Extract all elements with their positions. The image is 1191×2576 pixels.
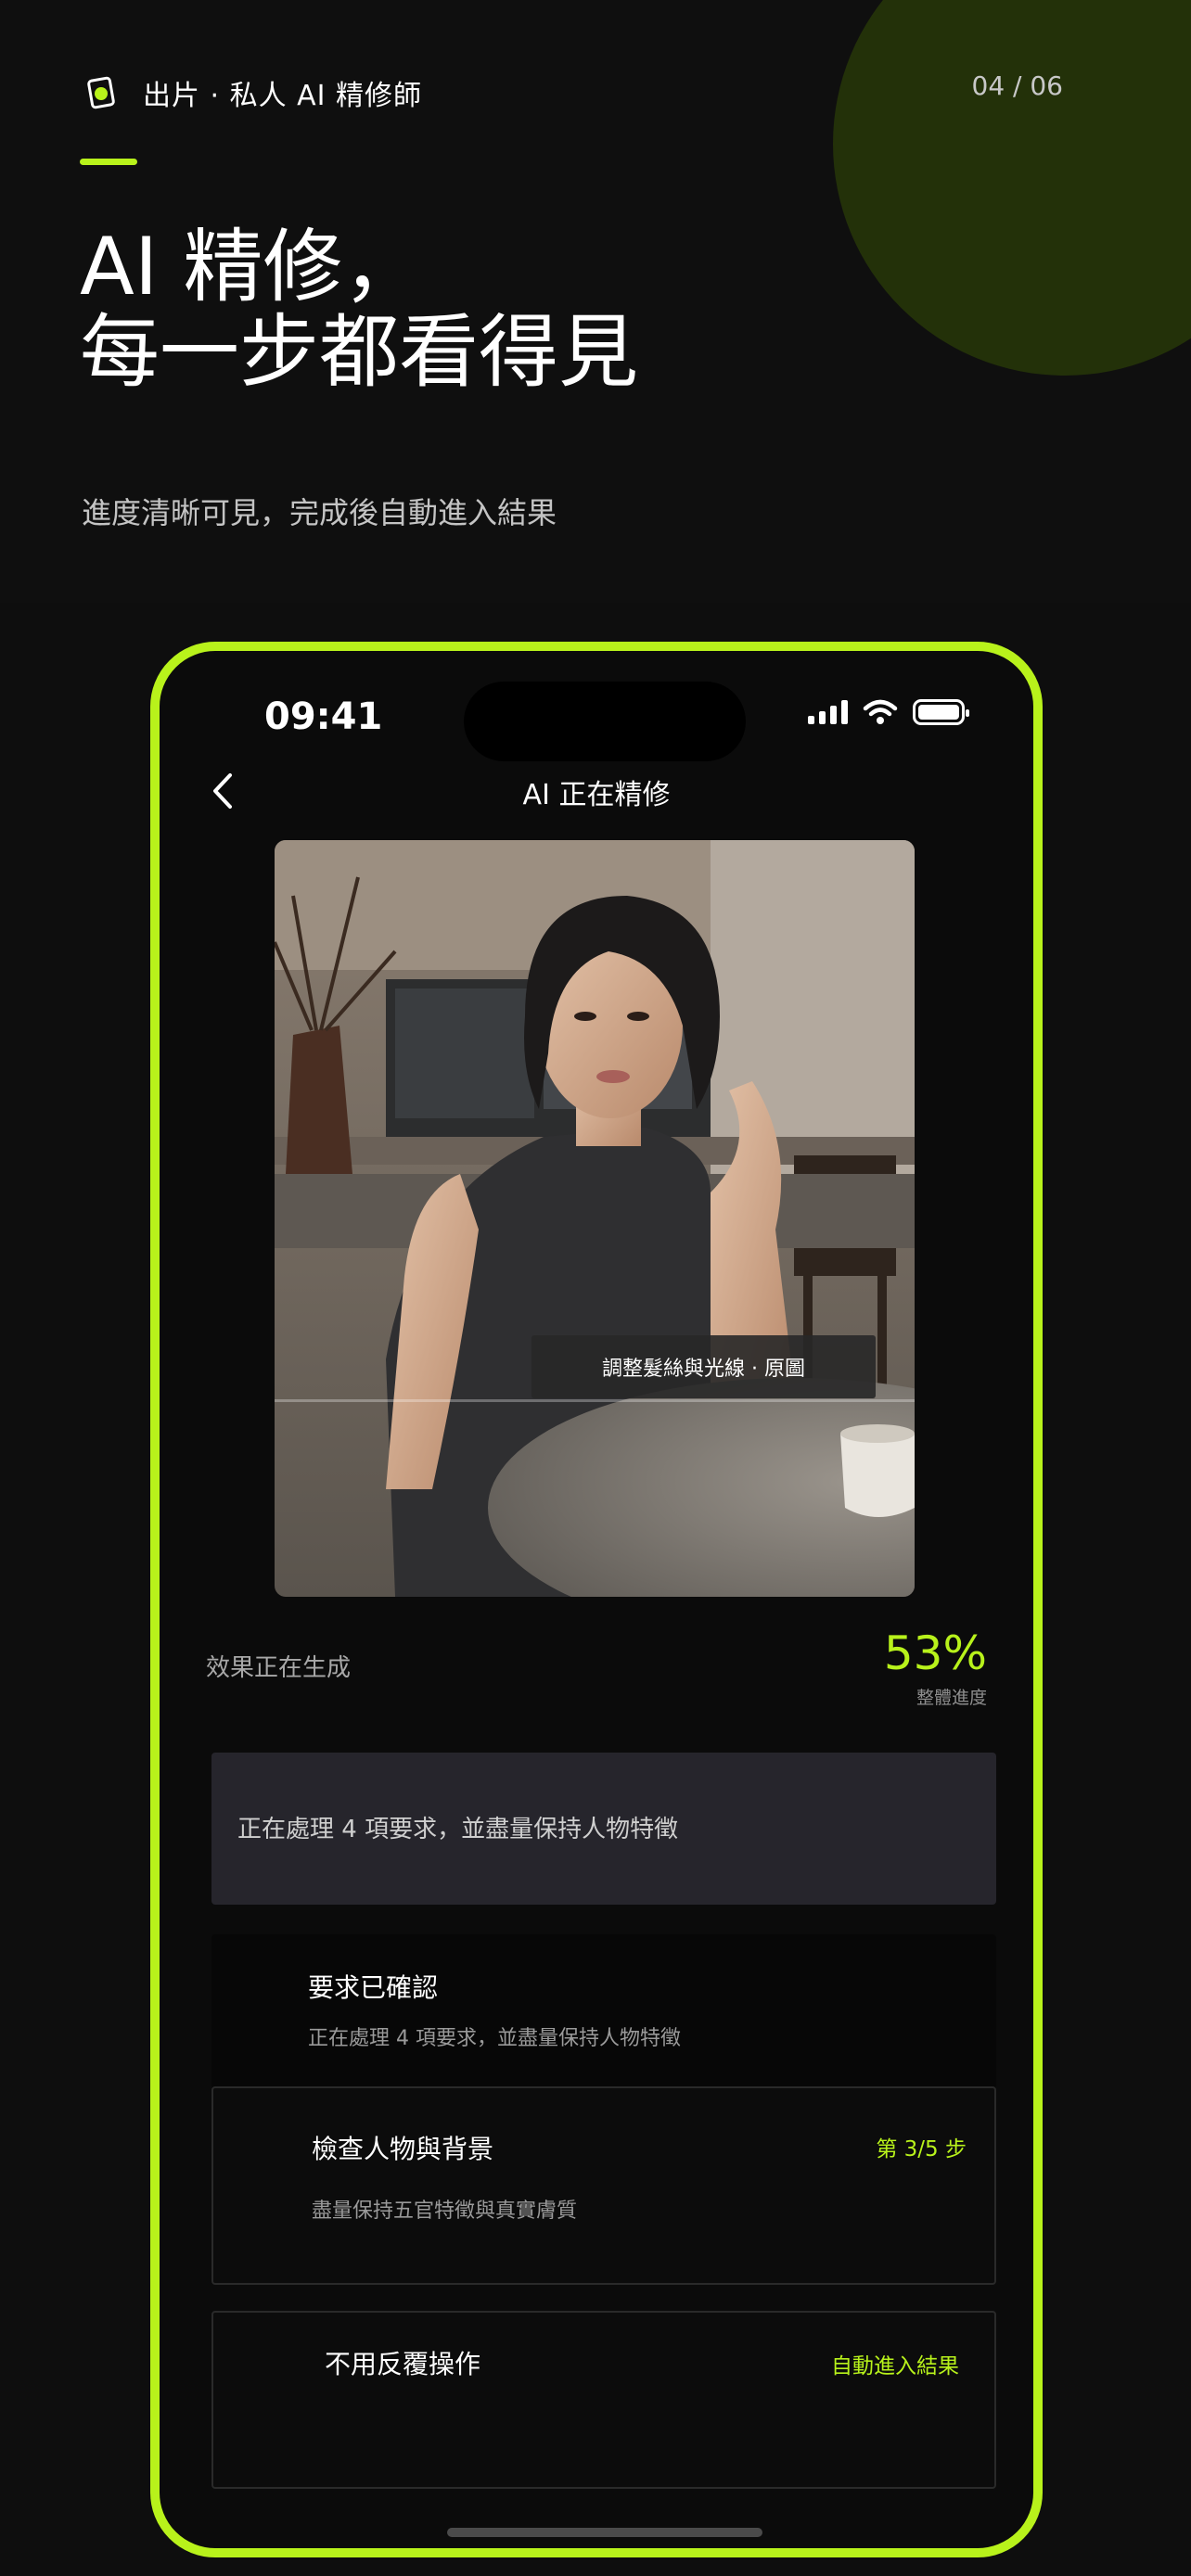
step-desc: 正在處理 4 項要求，並盡量保持人物特徵	[308, 2027, 681, 2050]
photo-caption: 調整髮絲與光線 · 原圖	[531, 1335, 876, 1398]
status-icons	[808, 699, 969, 725]
phone-mockup: 09:41 AI 正在精修 調整髮絲與光線 · 原圖 效果正在生成 53% 整體…	[150, 642, 1043, 2557]
hero-title-line-1: AI 精修，	[80, 221, 423, 313]
accent-bar	[80, 159, 137, 165]
step-card-checking: 檢查人物與背景 第 3/5 步 盡量保持五官特徵與真實膚質	[211, 2086, 996, 2285]
signal-icon	[808, 700, 848, 724]
step-card-confirmed: 要求已確認 正在處理 4 項要求，並盡量保持人物特徵	[211, 1934, 996, 2088]
processing-text: 正在處理 4 項要求，並盡量保持人物特徵	[237, 1816, 679, 1843]
wifi-icon	[863, 699, 898, 724]
page-counter: 04 / 06	[971, 70, 1064, 101]
hero-section: 出片 · 私人 AI 精修師 04 / 06 AI 精修， 每一步都看得見 進度…	[0, 0, 1191, 603]
hero-title: AI 精修， 每一步都看得見	[80, 224, 638, 395]
auto-result-badge: 自動進入結果	[831, 2354, 959, 2378]
progress-label: 效果正在生成	[206, 1654, 352, 1682]
progress-sub-label: 整體進度	[916, 1688, 987, 1708]
brand: 出片 · 私人 AI 精修師	[82, 70, 422, 115]
photo-card-icon	[82, 72, 122, 113]
nav-title: AI 正在精修	[522, 779, 671, 811]
decorative-circle	[833, 0, 1191, 376]
hero-title-line-2: 每一步都看得見	[80, 306, 638, 399]
portrait-image	[275, 840, 915, 1597]
step-title: 要求已確認	[308, 1972, 439, 2003]
home-indicator[interactable]	[447, 2528, 762, 2537]
step-title: 不用反覆操作	[325, 2349, 481, 2379]
step-title: 檢查人物與背景	[312, 2134, 494, 2164]
hero-subtitle: 進度清晰可見，完成後自動進入結果	[82, 495, 557, 530]
step-counter-badge: 第 3/5 步	[876, 2137, 967, 2162]
step-desc: 盡量保持五官特徵與真實膚質	[312, 2200, 578, 2223]
step-card-auto: 不用反覆操作 自動進入結果	[211, 2311, 996, 2489]
progress-percent: 53%	[883, 1626, 987, 1680]
status-time: 09:41	[264, 695, 383, 738]
battery-icon	[913, 699, 969, 725]
portrait-photo: 調整髮絲與光線 · 原圖	[275, 840, 915, 1597]
progress-row: 效果正在生成 53% 整體進度	[206, 1625, 987, 1708]
scan-line	[275, 1399, 915, 1402]
processing-banner: 正在處理 4 項要求，並盡量保持人物特徵	[211, 1753, 996, 1905]
dynamic-island	[464, 682, 746, 761]
brand-text: 出片 · 私人 AI 精修師	[143, 80, 423, 112]
